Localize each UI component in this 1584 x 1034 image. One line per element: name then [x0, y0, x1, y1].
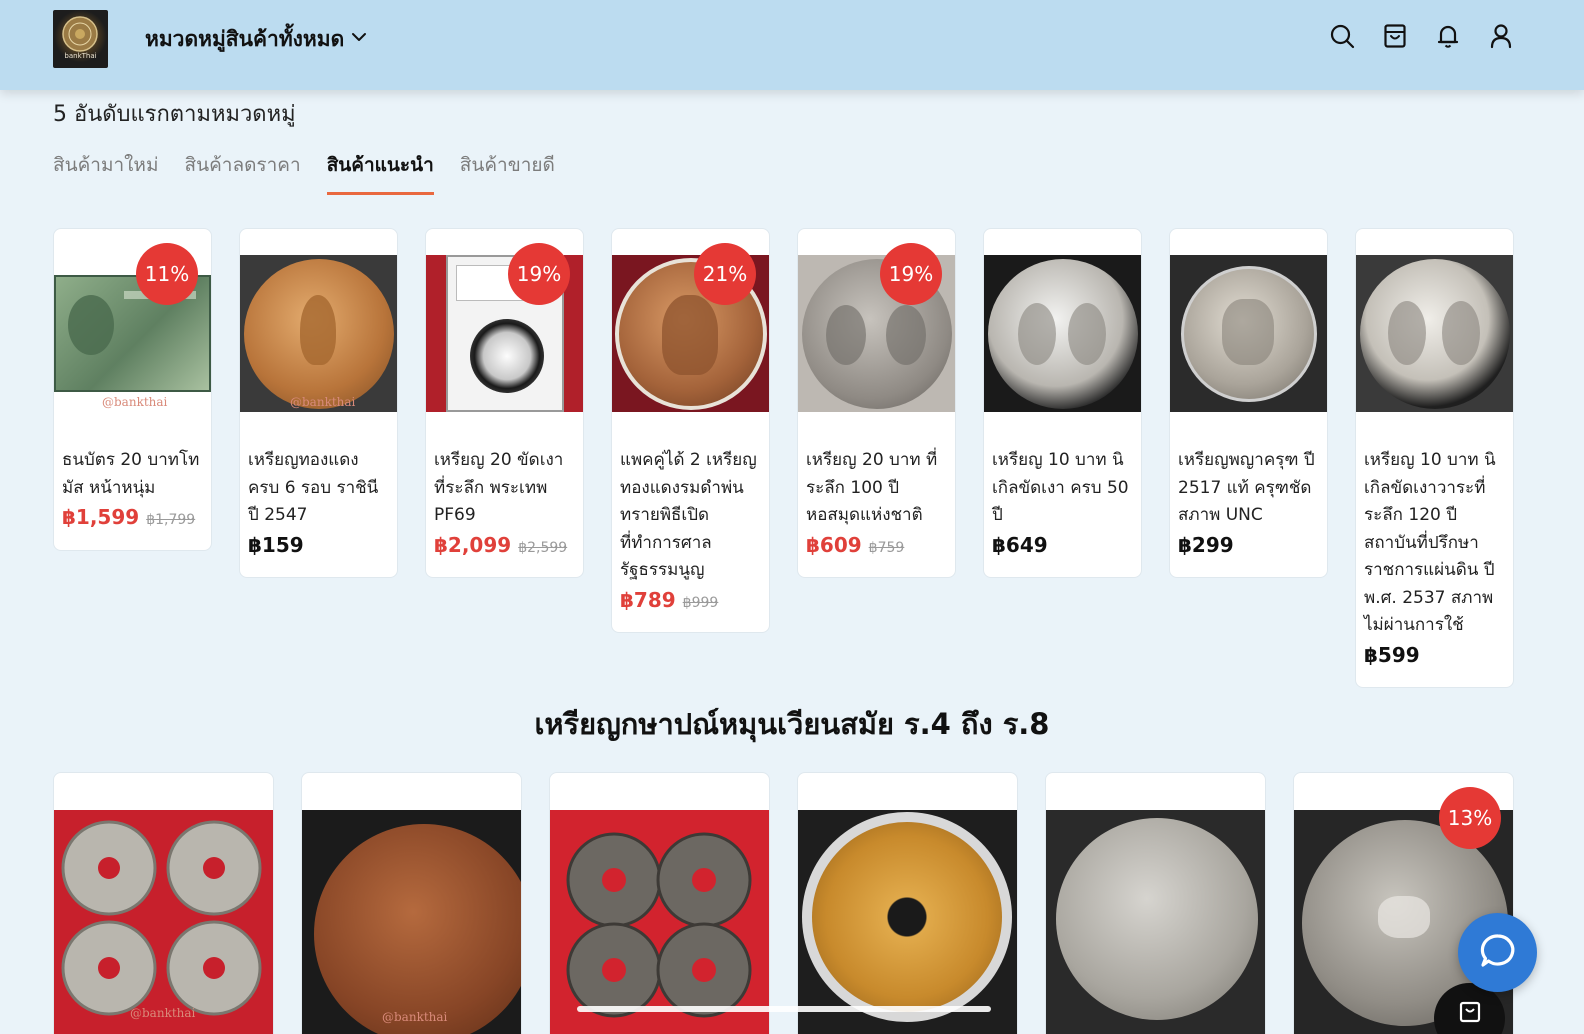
tab-best-sellers[interactable]: สินค้าขายดี [460, 150, 555, 195]
product-image [550, 810, 769, 1034]
product-card[interactable]: เหรียญพญาครุฑ ปี 2517 แท้ ครุฑชัด สภาพ U… [1169, 228, 1328, 578]
product-name: เหรียญ 10 บาท นิ เกิลขัดเงาวาระที่ ระลึก… [1364, 450, 1496, 635]
tab-recommended[interactable]: สินค้าแนะนำ [326, 150, 434, 195]
product-price: ฿599 [1364, 642, 1420, 667]
product-old-price: ฿999 [682, 594, 719, 611]
product-price: ฿159 [248, 532, 304, 557]
discount-badge: 11% [136, 243, 198, 305]
orders-icon[interactable] [1381, 22, 1408, 49]
product-card[interactable]: 19% เหรียญ 20 บาท ที่ ระลึก 100 ปี หอสมุ… [797, 228, 956, 578]
product-image [1170, 255, 1327, 412]
watermark: @bankthai [382, 1010, 448, 1024]
top-header: bankThai หมวดหมู่สินค้าทั้งหมด [0, 0, 1584, 90]
store-logo[interactable]: bankThai [53, 10, 108, 68]
section-heading: เหรียญกษาปณ์หมุนเวียนสมัย ร.4 ถึง ร.8 [534, 707, 1050, 741]
discount-badge: 19% [880, 243, 942, 305]
product-image [984, 255, 1141, 412]
product-card[interactable] [797, 772, 1018, 1034]
category-menu[interactable]: หมวดหมู่สินค้าทั้งหมด [145, 22, 368, 56]
tab-discounted[interactable]: สินค้าลดราคา [184, 150, 300, 195]
product-image: @bankthai [54, 810, 273, 1034]
product-card[interactable]: 19% เหรียญ 20 ขัดเงา ที่ระลึก พระเทพ PF6… [425, 228, 584, 578]
product-name: เหรียญทองแดง ครบ 6 รอบ ราชินี ปี 2547 [248, 450, 379, 525]
discount-badge: 13% [1439, 787, 1501, 849]
product-card[interactable]: @bankthai [301, 772, 522, 1034]
search-icon[interactable] [1328, 22, 1355, 49]
product-price: ฿1,599 [62, 505, 140, 529]
home-indicator [577, 1006, 991, 1012]
product-card[interactable]: 21% แพคคู่ได้ 2 เหรียญ ทองแดงรมดำพ่น ทรา… [611, 228, 770, 633]
tab-new-arrivals[interactable]: สินค้ามาใหม่ [53, 150, 158, 195]
section-title: 5 อันดับแรกตามหมวดหมู่ [53, 102, 296, 127]
product-name: แพคคู่ได้ 2 เหรียญ ทองแดงรมดำพ่น ทรายพิธ… [620, 450, 757, 580]
product-name: เหรียญ 10 บาท นิ เกิลขัดเงา ครบ 50 ปี [992, 450, 1129, 525]
cart-icon [1458, 1000, 1482, 1028]
product-image [1046, 810, 1265, 1034]
product-card[interactable]: เหรียญ 10 บาท นิ เกิลขัดเงา ครบ 50 ปี ฿6… [983, 228, 1142, 578]
user-icon[interactable] [1487, 22, 1514, 49]
category-tabs: สินค้ามาใหม่ สินค้าลดราคา สินค้าแนะนำ สิ… [53, 150, 555, 195]
product-card[interactable]: @bankthai เหรียญทองแดง ครบ 6 รอบ ราชินี … [239, 228, 398, 578]
product-image: @bankthai [302, 810, 521, 1034]
product-card[interactable]: @bankthai [53, 772, 274, 1034]
product-price: ฿789 [620, 587, 676, 612]
category-menu-label: หมวดหมู่สินค้าทั้งหมด [145, 26, 345, 51]
chat-icon [1478, 931, 1518, 975]
product-card[interactable] [1045, 772, 1266, 1034]
chevron-down-icon [350, 27, 368, 51]
product-name: เหรียญ 20 บาท ที่ ระลึก 100 ปี หอสมุดแห่… [806, 450, 938, 525]
product-name: เหรียญพญาครุฑ ปี 2517 แท้ ครุฑชัด สภาพ U… [1178, 450, 1315, 525]
product-price: ฿609 [806, 532, 862, 557]
watermark: @bankthai [102, 395, 168, 409]
product-old-price: ฿759 [868, 539, 905, 556]
watermark: @bankthai [130, 1006, 196, 1020]
product-image [1356, 255, 1513, 412]
product-image [798, 810, 1017, 1034]
product-card[interactable] [549, 772, 770, 1034]
product-card[interactable]: เหรียญ 10 บาท นิ เกิลขัดเงาวาระที่ ระลึก… [1355, 228, 1514, 688]
watermark: @bankthai [290, 395, 356, 409]
product-price: ฿299 [1178, 532, 1234, 557]
discount-badge: 19% [508, 243, 570, 305]
product-card[interactable]: @bankthai 11% ธนบัตร 20 บาทโทมัส หน้าหนุ… [53, 228, 212, 551]
product-price: ฿649 [992, 532, 1048, 557]
discount-badge: 21% [694, 243, 756, 305]
product-image: @bankthai [240, 255, 397, 412]
product-price: ฿2,099 [434, 532, 512, 557]
product-old-price: ฿1,799 [146, 512, 196, 528]
bell-icon[interactable] [1434, 22, 1461, 49]
chat-button[interactable] [1458, 913, 1537, 992]
product-old-price: ฿2,599 [518, 539, 568, 556]
logo-text: bankThai [64, 52, 97, 60]
product-name: ธนบัตร 20 บาทโทมัส หน้าหนุ่ม [62, 450, 200, 498]
product-name: เหรียญ 20 ขัดเงา ที่ระลึก พระเทพ PF69 [434, 450, 564, 525]
